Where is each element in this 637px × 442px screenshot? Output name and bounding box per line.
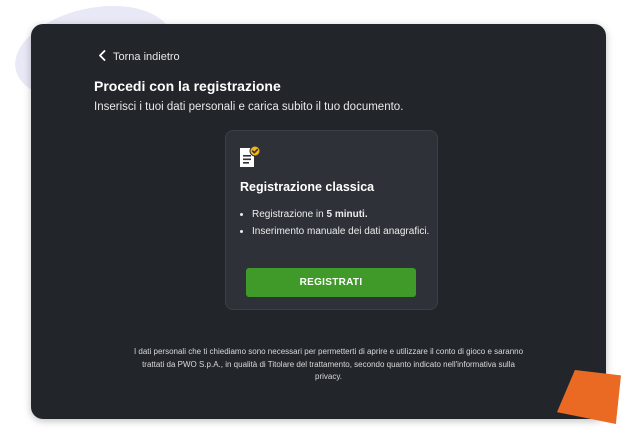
register-button[interactable]: REGISTRATI (246, 268, 416, 297)
feature-highlight: 5 minuti. (326, 209, 368, 220)
card-title: Registrazione classica (240, 180, 375, 194)
registration-panel: Torna indietro Procedi con la registrazi… (31, 24, 606, 419)
page-title: Procedi con la registrazione (94, 78, 281, 94)
back-link[interactable]: Torna indietro (98, 50, 180, 64)
document-check-icon (238, 145, 262, 169)
feature-text: Registrazione in (252, 209, 327, 220)
page-subtitle: Inserisci i tuoi dati personali e carica… (94, 101, 404, 113)
classic-registration-card: Registrazione classica Registrazione in … (225, 130, 438, 310)
feature-list: Registrazione in 5 minuti. Inserimento m… (240, 207, 432, 241)
privacy-note: I dati personali che ti chiediamo sono n… (133, 347, 524, 381)
chevron-left-icon (98, 50, 107, 64)
feature-text: Inserimento manuale dei dati anagrafici. (252, 226, 430, 237)
list-item: Registrazione in 5 minuti. (252, 207, 432, 222)
list-item: Inserimento manuale dei dati anagrafici. (252, 224, 432, 239)
back-link-label: Torna indietro (113, 51, 180, 63)
